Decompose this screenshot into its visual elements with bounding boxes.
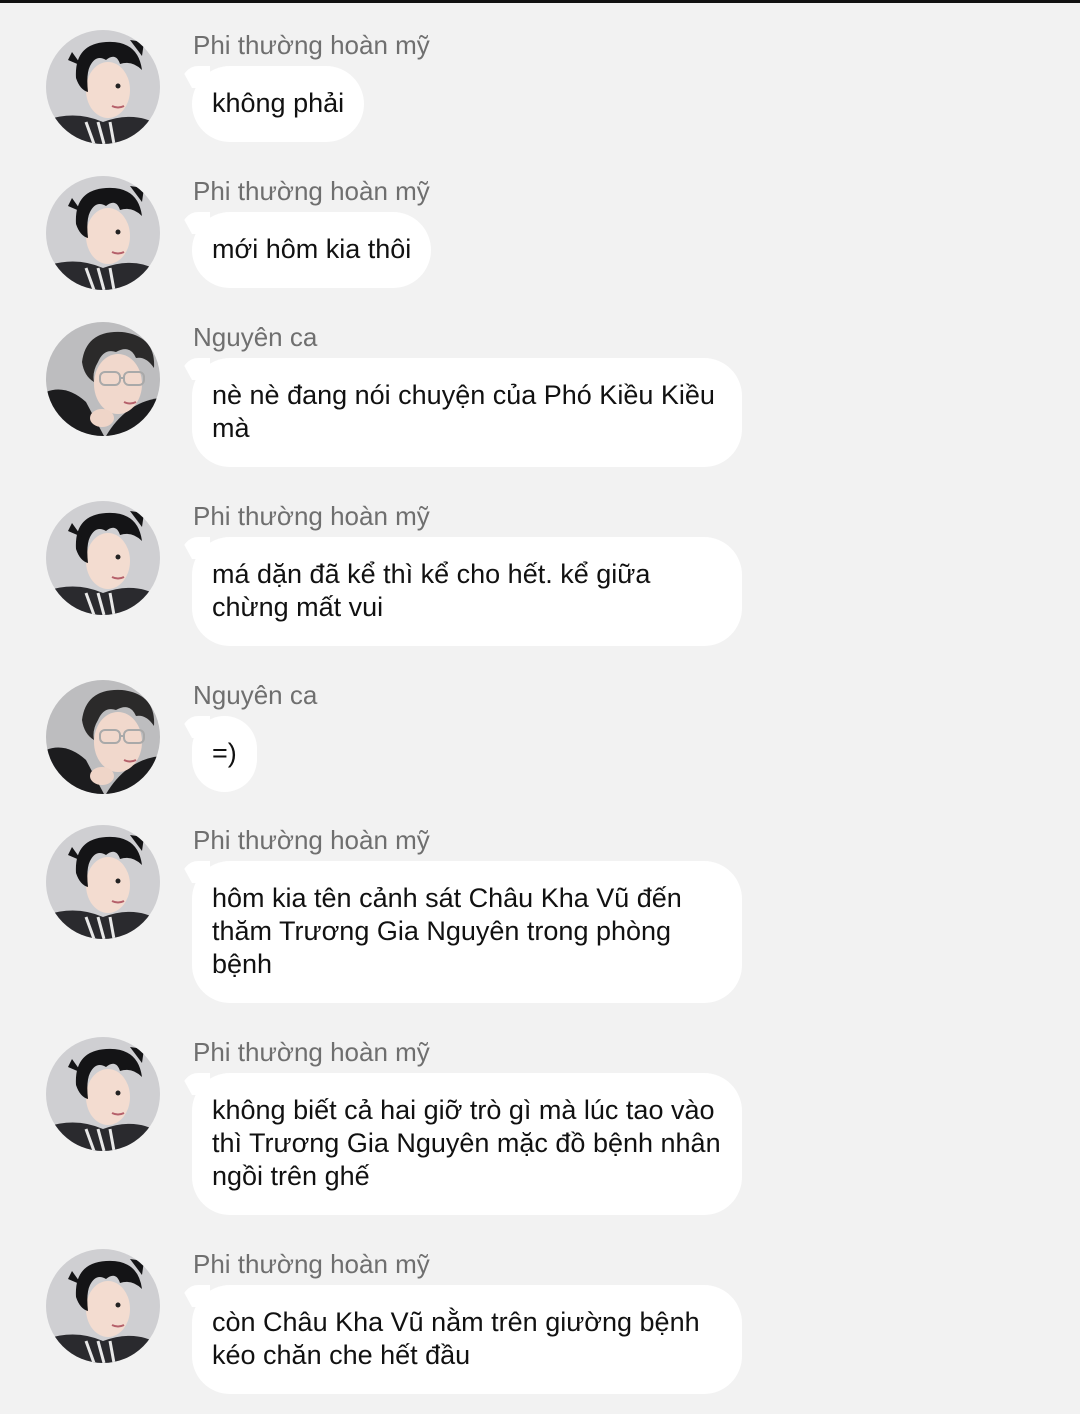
sender-name: Nguyên ca (193, 680, 318, 710)
avatar[interactable] (46, 825, 160, 939)
sender-name: Nguyên ca (193, 322, 318, 352)
avatar[interactable] (46, 176, 160, 290)
top-border (0, 0, 1080, 3)
avatar[interactable] (46, 1037, 160, 1151)
avatar[interactable] (46, 680, 160, 794)
avatar[interactable] (46, 322, 160, 436)
sender-name: Phi thường hoàn mỹ (193, 501, 430, 531)
sender-name: Phi thường hoàn mỹ (193, 825, 430, 855)
message-bubble[interactable]: nè nè đang nói chuyện của Phó Kiều Kiều … (192, 358, 742, 467)
sender-name: Phi thường hoàn mỹ (193, 1249, 430, 1279)
message-bubble[interactable]: không phải (192, 66, 365, 142)
sender-name: Phi thường hoàn mỹ (193, 1037, 430, 1067)
message-bubble[interactable]: hôm kia tên cảnh sát Châu Kha Vũ đến thă… (192, 861, 742, 1003)
sender-name: Phi thường hoàn mỹ (193, 176, 430, 206)
message-bubble[interactable]: còn Châu Kha Vũ nằm trên giường bệnh kéo… (192, 1285, 742, 1394)
message-bubble[interactable]: má dặn đã kể thì kể cho hết. kể giữa chừ… (192, 537, 742, 646)
avatar[interactable] (46, 1249, 160, 1363)
avatar[interactable] (46, 30, 160, 144)
message-bubble[interactable]: mới hôm kia thôi (192, 212, 432, 288)
message-bubble[interactable]: =) (192, 716, 257, 792)
avatar[interactable] (46, 501, 160, 615)
message-bubble[interactable]: không biết cả hai giỡ trò gì mà lúc tao … (192, 1073, 742, 1215)
sender-name: Phi thường hoàn mỹ (193, 30, 430, 60)
